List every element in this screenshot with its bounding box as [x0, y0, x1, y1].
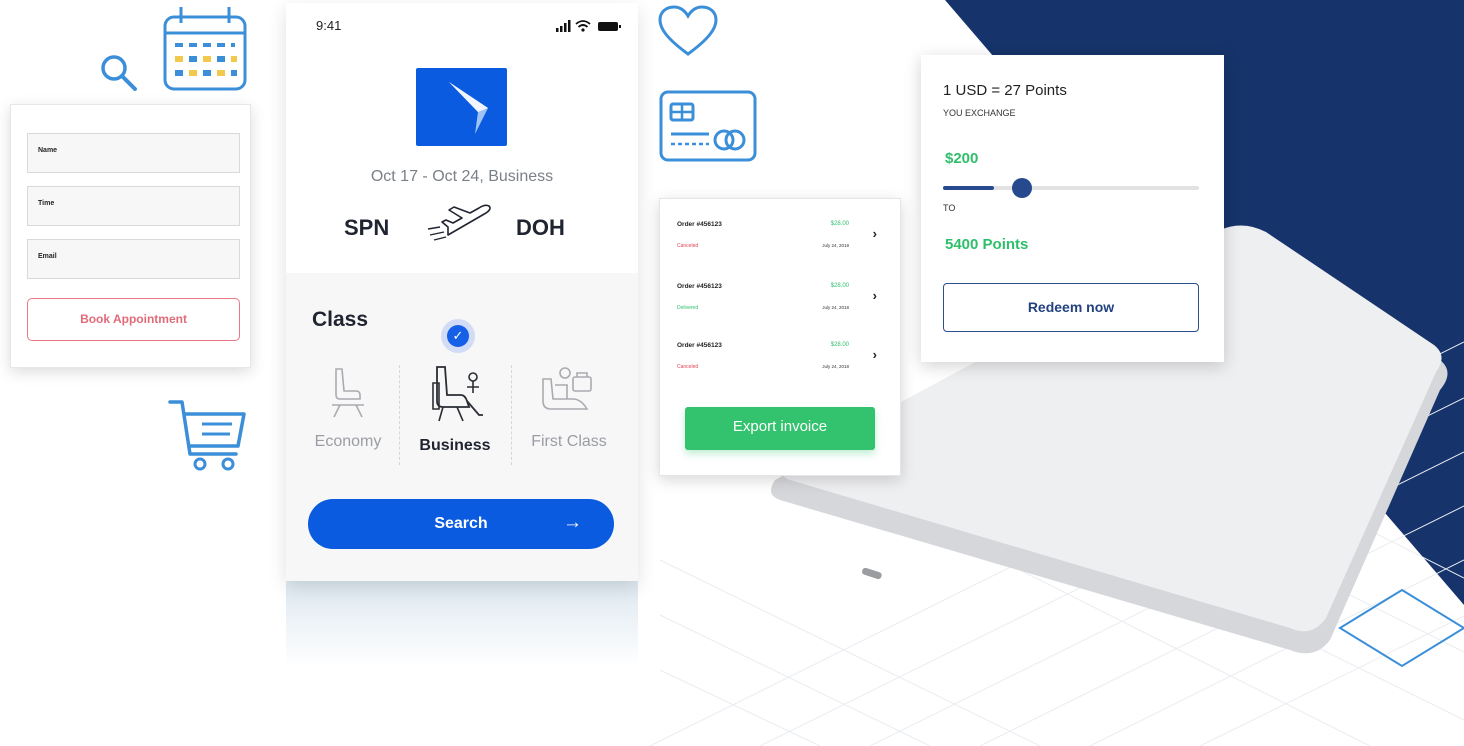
- exchange-caption: YOU EXCHANGE: [943, 108, 1016, 118]
- order-status: Delivered: [677, 305, 699, 311]
- order-status: Canceled: [677, 364, 699, 370]
- status-bar-icons: [556, 20, 621, 32]
- order-row[interactable]: Order #456123 $28.00 Delivered July 24, …: [677, 283, 887, 323]
- order-row[interactable]: Order #456123 $28.00 Canceled July 24, 2…: [677, 342, 887, 382]
- order-row[interactable]: Order #456123 $28.00 Canceled July 24, 2…: [677, 221, 887, 261]
- amount-slider-fill: [943, 186, 994, 190]
- order-date: July 24, 2018: [822, 243, 849, 248]
- airplane-icon: [427, 204, 491, 241]
- export-invoice-button[interactable]: Export invoice: [685, 407, 875, 450]
- points-result: 5400 Points: [945, 236, 1029, 253]
- first-class-seat-icon: [542, 367, 592, 410]
- credit-card-icon: [659, 90, 757, 162]
- trip-dates: Oct 17 - Oct 24, Business: [370, 168, 554, 185]
- order-amount: $28.00: [830, 283, 849, 289]
- divider: [511, 365, 512, 465]
- class-label-economy: Economy: [314, 433, 382, 450]
- order-date: July 24, 2018: [822, 305, 849, 310]
- redeem-points-card: 1 USD = 27 Points YOU EXCHANGE $200 TO 5…: [921, 55, 1224, 362]
- search-icon: [101, 55, 137, 91]
- order-number: Order #456123: [677, 221, 722, 228]
- class-option-first[interactable]: First Class: [519, 365, 619, 451]
- order-status: Canceled: [677, 243, 699, 249]
- arrow-right-icon: →: [563, 512, 582, 533]
- heart-icon: [658, 5, 718, 56]
- destination-airport: DOH: [516, 215, 565, 240]
- business-seat-icon: [432, 366, 483, 422]
- class-option-economy[interactable]: Economy: [298, 365, 398, 451]
- order-amount: $28.00: [830, 221, 849, 227]
- time-field[interactable]: Time: [27, 186, 240, 226]
- economy-seat-icon: [332, 368, 364, 418]
- appointment-form: Name Time Email Book Appointment: [10, 104, 251, 368]
- order-amount: $28.00: [830, 342, 849, 348]
- origin-airport: SPN: [344, 215, 390, 240]
- book-appointment-button[interactable]: Book Appointment: [27, 298, 240, 341]
- class-heading: Class: [312, 308, 369, 331]
- order-number: Order #456123: [677, 283, 722, 290]
- status-time: 9:41: [316, 18, 342, 33]
- chevron-right-icon[interactable]: ›: [873, 288, 877, 303]
- orders-list: Order #456123 $28.00 Canceled July 24, 2…: [659, 198, 901, 476]
- redeem-now-button[interactable]: Redeem now: [943, 283, 1199, 332]
- cart-icon: [168, 400, 246, 471]
- class-option-business[interactable]: Business: [405, 365, 505, 455]
- order-number: Order #456123: [677, 342, 722, 349]
- class-label-first: First Class: [531, 433, 607, 450]
- flight-booking-screen: 9:41 Oct 17 - Oct 24, Business SPN DOH C…: [286, 3, 638, 581]
- divider: [399, 365, 400, 465]
- to-caption: TO: [943, 203, 956, 213]
- email-field[interactable]: Email: [27, 239, 240, 279]
- search-button[interactable]: Search →: [308, 499, 614, 549]
- selected-check-icon: ✓: [441, 319, 475, 353]
- app-logo: [416, 68, 507, 146]
- calendar-icon: [163, 7, 247, 91]
- exchange-rate: 1 USD = 27 Points: [943, 82, 1067, 99]
- order-date: July 24, 2018: [822, 364, 849, 369]
- exchange-amount: $200: [945, 150, 979, 167]
- chevron-right-icon[interactable]: ›: [873, 347, 877, 362]
- phone-reflection: [286, 581, 638, 667]
- diamond-outline: [1338, 588, 1464, 668]
- amount-slider-thumb[interactable]: [1012, 178, 1032, 198]
- chevron-right-icon[interactable]: ›: [873, 226, 877, 241]
- class-label-business: Business: [419, 437, 491, 454]
- name-field[interactable]: Name: [27, 133, 240, 173]
